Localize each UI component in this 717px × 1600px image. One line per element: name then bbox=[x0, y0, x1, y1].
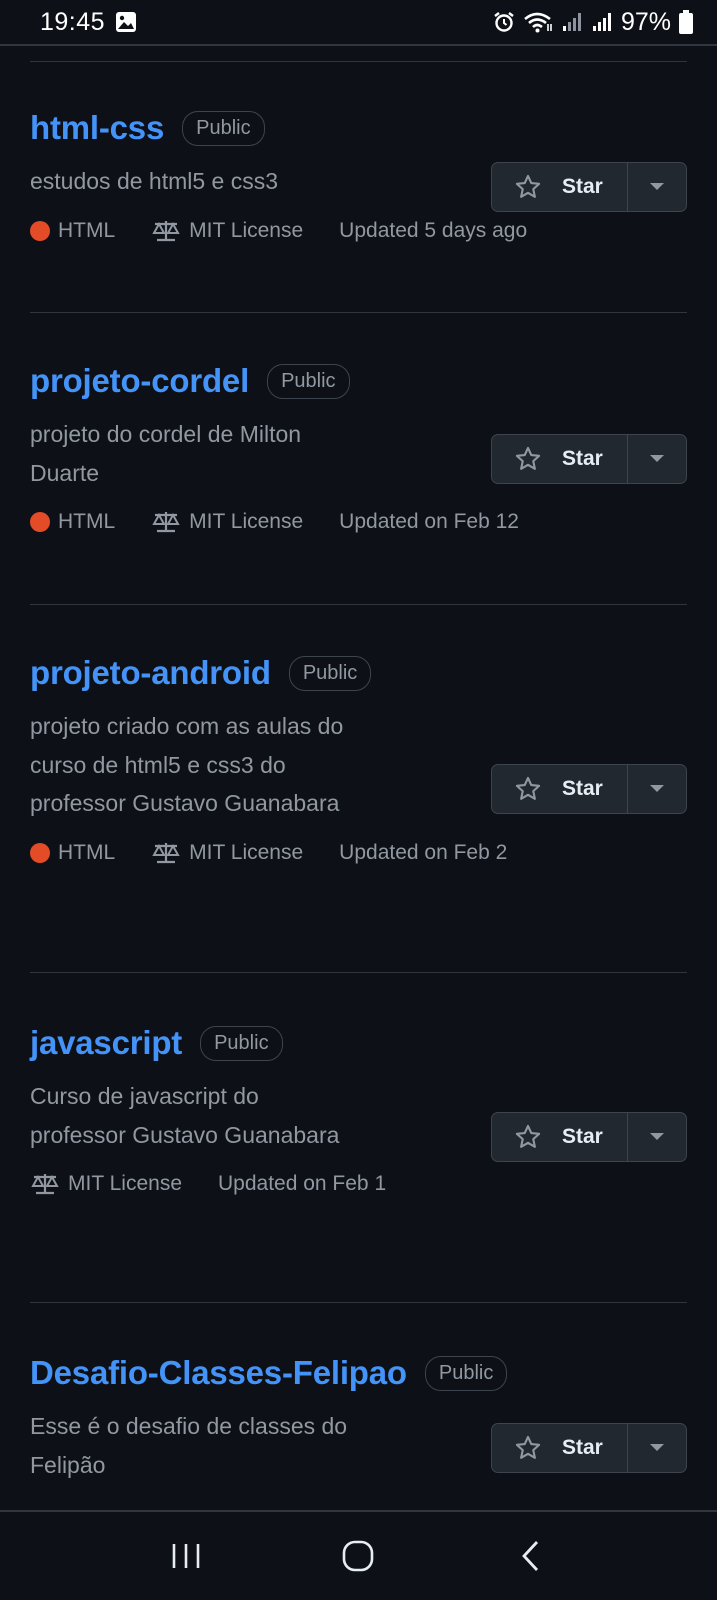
star-label: Star bbox=[562, 175, 603, 198]
repo-description: projeto do cordel de Milton Duarte bbox=[30, 421, 302, 486]
updated-label: Updated on Feb 12 bbox=[339, 510, 519, 533]
star-list-dropdown-button[interactable] bbox=[628, 1113, 686, 1161]
home-icon bbox=[341, 1539, 375, 1573]
license: MIT License bbox=[151, 839, 303, 867]
law-scale-icon bbox=[151, 510, 181, 534]
star-button[interactable]: Star bbox=[492, 1113, 628, 1161]
law-scale-icon bbox=[30, 1172, 60, 1196]
repo-description: estudos de html5 e css3 bbox=[30, 168, 279, 194]
license-label: MIT License bbox=[189, 840, 304, 864]
system-navigation-bar bbox=[0, 1510, 717, 1600]
star-button-group: Star bbox=[491, 162, 687, 212]
language-label: HTML bbox=[58, 510, 116, 533]
law-scale-icon bbox=[151, 841, 181, 865]
star-label: Star bbox=[562, 1125, 603, 1148]
repo-meta: HTML MIT License Updated on Feb 2 bbox=[30, 839, 687, 867]
signal-icon bbox=[561, 11, 583, 33]
language-color-dot bbox=[30, 220, 50, 241]
star-button[interactable]: Star bbox=[492, 765, 628, 813]
repo-name-link[interactable]: projeto-cordel bbox=[30, 361, 249, 401]
star-button[interactable]: Star bbox=[492, 163, 628, 211]
star-list-dropdown-button[interactable] bbox=[628, 163, 686, 211]
license: MIT License bbox=[151, 508, 303, 536]
language: HTML bbox=[30, 839, 115, 867]
star-button-group: Star bbox=[491, 1112, 687, 1162]
back-icon bbox=[520, 1539, 542, 1573]
star-icon bbox=[514, 173, 542, 201]
license-label: MIT License bbox=[68, 1172, 182, 1195]
updated-label: Updated on Feb 1 bbox=[218, 1172, 387, 1195]
signal-icon bbox=[591, 11, 613, 33]
visibility-badge: Public bbox=[200, 1025, 283, 1061]
star-label: Star bbox=[562, 1436, 603, 1459]
star-list-dropdown-button[interactable] bbox=[628, 435, 686, 483]
star-button[interactable]: Star bbox=[492, 435, 628, 483]
status-bar: 19:45 97% bbox=[0, 0, 717, 46]
language: HTML bbox=[30, 217, 115, 245]
status-time: 19:45 bbox=[40, 7, 106, 36]
repo-name-link[interactable]: projeto-android bbox=[30, 653, 271, 693]
star-list-dropdown-button[interactable] bbox=[628, 1424, 686, 1472]
visibility-badge: Public bbox=[182, 110, 265, 146]
star-icon bbox=[514, 1123, 542, 1151]
star-icon bbox=[514, 775, 542, 803]
repo-name-link[interactable]: html-css bbox=[30, 108, 164, 148]
recents-icon bbox=[170, 1541, 202, 1571]
repo-meta: MIT License Updated on Feb 1 bbox=[30, 1170, 687, 1198]
star-label: Star bbox=[562, 447, 603, 470]
star-list-dropdown-button[interactable] bbox=[628, 765, 686, 813]
language: HTML bbox=[30, 508, 115, 536]
repo-description: Esse é o desafio de classes do Felipão bbox=[30, 1413, 348, 1478]
repo-item: javascript Public Curso de javascript do… bbox=[30, 1023, 687, 1303]
updated-label: Updated 5 days ago bbox=[339, 218, 528, 242]
repo-name-link[interactable]: javascript bbox=[30, 1023, 182, 1063]
alarm-icon bbox=[493, 11, 515, 33]
triangle-down-icon bbox=[650, 1133, 664, 1141]
repository-list[interactable]: html-css Public estudos de html5 e css3 … bbox=[0, 48, 717, 1510]
visibility-badge: Public bbox=[267, 363, 350, 399]
triangle-down-icon bbox=[650, 455, 664, 463]
star-button-group: Star bbox=[491, 434, 687, 484]
language-label: HTML bbox=[58, 840, 116, 864]
repo-description: Curso de javascript do professor Gustavo… bbox=[30, 1083, 340, 1148]
visibility-badge: Public bbox=[424, 1355, 508, 1391]
home-button[interactable] bbox=[318, 1526, 398, 1586]
language-color-dot bbox=[30, 512, 50, 532]
repo-item: html-css Public estudos de html5 e css3 … bbox=[30, 108, 687, 313]
image-icon bbox=[115, 11, 137, 33]
language-color-dot bbox=[30, 842, 50, 863]
repo-item: projeto-android Public projeto criado co… bbox=[30, 653, 687, 973]
license: MIT License bbox=[30, 1170, 182, 1198]
law-scale-icon bbox=[151, 219, 181, 243]
language-label: HTML bbox=[58, 218, 116, 242]
battery-icon bbox=[679, 10, 693, 34]
triangle-down-icon bbox=[650, 183, 664, 191]
repo-description: projeto criado com as aulas do curso de … bbox=[30, 713, 344, 816]
divider bbox=[30, 61, 687, 62]
license: MIT License bbox=[151, 217, 303, 245]
battery-percentage: 97% bbox=[620, 7, 671, 36]
star-button-group: Star bbox=[491, 764, 687, 814]
repo-item: projeto-cordel Public projeto do cordel … bbox=[30, 361, 687, 605]
repo-meta: HTML MIT License Updated on Feb 12 bbox=[30, 508, 687, 536]
star-label: Star bbox=[562, 777, 603, 800]
repo-item: Desafio-Classes-Felipao Public Esse é o … bbox=[30, 1353, 687, 1510]
repo-name-link[interactable]: Desafio-Classes-Felipao bbox=[30, 1353, 407, 1393]
recents-button[interactable] bbox=[146, 1526, 226, 1586]
triangle-down-icon bbox=[650, 785, 664, 793]
star-icon bbox=[514, 1434, 542, 1462]
license-label: MIT License bbox=[189, 510, 304, 533]
star-button-group: Star bbox=[491, 1423, 687, 1473]
wifi-icon bbox=[523, 10, 553, 34]
triangle-down-icon bbox=[650, 1444, 664, 1452]
star-button[interactable]: Star bbox=[492, 1424, 628, 1472]
back-button[interactable] bbox=[491, 1526, 571, 1586]
visibility-badge: Public bbox=[288, 655, 372, 691]
repo-meta: HTML MIT License Updated 5 days ago bbox=[30, 217, 687, 245]
updated-label: Updated on Feb 2 bbox=[339, 840, 508, 864]
star-icon bbox=[514, 445, 542, 473]
license-label: MIT License bbox=[189, 218, 304, 242]
